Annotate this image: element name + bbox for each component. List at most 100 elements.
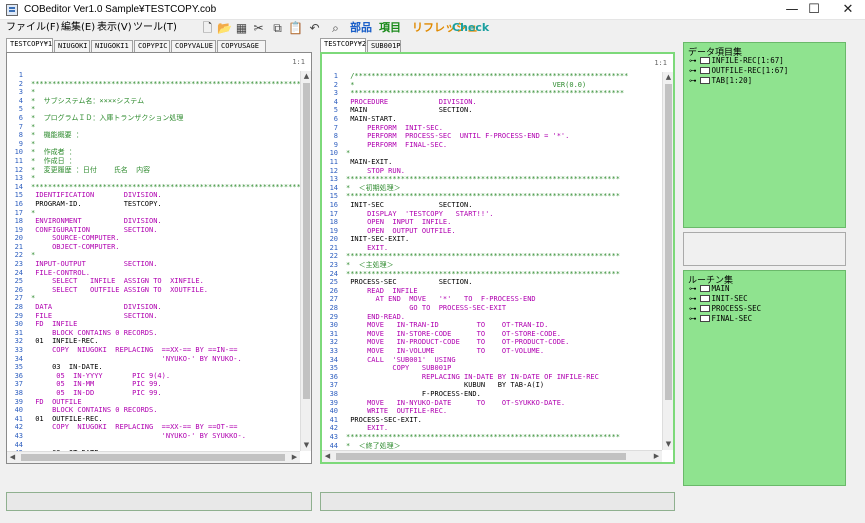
code-line[interactable]: PROGRAM-ID. TESTCOPY. bbox=[31, 200, 300, 209]
code-line[interactable]: DATA DIVISION. bbox=[31, 303, 300, 312]
search-icon[interactable]: ⌕ bbox=[328, 20, 343, 36]
right-code-lines[interactable]: /***************************************… bbox=[346, 72, 662, 450]
code-line[interactable]: ****************************************… bbox=[346, 252, 662, 261]
menu-file[interactable]: ファイル(F) bbox=[6, 21, 60, 35]
left-vertical-scroll-thumb[interactable] bbox=[303, 83, 310, 399]
scroll-up-icon[interactable]: ▲ bbox=[663, 72, 673, 83]
right-horizontal-scrollbar[interactable]: ◀ ▶ bbox=[322, 450, 662, 462]
code-line[interactable] bbox=[31, 71, 300, 80]
expand-icon[interactable]: ⊶ bbox=[689, 66, 697, 75]
code-line[interactable]: ****************************************… bbox=[346, 89, 662, 98]
code-line[interactable]: KUBUN BY TAB-A(I) bbox=[346, 381, 662, 390]
open-folder-icon[interactable]: 📂 bbox=[217, 20, 232, 36]
right-horizontal-scroll-thumb[interactable] bbox=[336, 453, 626, 460]
code-line[interactable]: * ＜初期処理＞ bbox=[346, 184, 662, 193]
code-line[interactable]: PROCEDURE DIVISION. bbox=[346, 98, 662, 107]
code-line[interactable]: 'NYUKO-' BY NYUKO-. bbox=[31, 355, 300, 364]
code-line[interactable]: FILE SECTION. bbox=[31, 312, 300, 321]
left-vertical-scrollbar[interactable]: ▲ ▼ bbox=[300, 71, 311, 451]
code-line[interactable]: FD OUTFILE bbox=[31, 398, 300, 407]
code-line[interactable]: * ＜終了処理＞ bbox=[346, 442, 662, 450]
new-file-icon[interactable]: 🗋 bbox=[200, 20, 215, 36]
editor-tab[interactable]: TESTCOPY¥1 bbox=[6, 38, 53, 52]
code-line[interactable]: COPY NIUGOKI REPLACING ==XX-== BY ==OT-=… bbox=[31, 423, 300, 432]
editor-tab[interactable]: COPYVALUE bbox=[171, 40, 216, 52]
expand-icon[interactable]: ⊶ bbox=[689, 314, 697, 323]
code-line[interactable]: * 変更履歴 ：日付 氏名 内容 bbox=[31, 166, 300, 175]
code-line[interactable]: BLOCK CONTAINS 0 RECORDS. bbox=[31, 406, 300, 415]
scroll-down-icon[interactable]: ▼ bbox=[663, 439, 673, 450]
menu-view[interactable]: 表示(V) bbox=[97, 21, 132, 35]
left-code-lines[interactable]: ****************************************… bbox=[31, 71, 300, 451]
code-line[interactable]: * サブシステム名：××××システム bbox=[31, 97, 300, 106]
code-line[interactable]: * bbox=[31, 209, 300, 218]
toolbar-text-button[interactable]: 項目 bbox=[379, 20, 401, 36]
tree-item[interactable]: ⊶ MAIN bbox=[686, 284, 843, 294]
code-line[interactable]: OBJECT-COMPUTER. bbox=[31, 243, 300, 252]
toolbar-text-button[interactable]: 部品 bbox=[350, 20, 372, 36]
code-line[interactable]: ****************************************… bbox=[31, 183, 300, 192]
code-line[interactable]: PERFORM PROCESS-SEC UNTIL F-PROCESS-END … bbox=[346, 132, 662, 141]
code-line[interactable]: WRITE OUTFILE-REC. bbox=[346, 407, 662, 416]
code-line[interactable]: * bbox=[346, 149, 662, 158]
expand-icon[interactable]: ⊶ bbox=[689, 56, 697, 65]
save-icon[interactable]: ▦ bbox=[234, 20, 249, 36]
code-line[interactable]: 'NYUKO-' BY SYUKKO-. bbox=[31, 432, 300, 441]
data-items-tree[interactable]: ⊶ INFILE-REC[1:67] ⊶ OUTFILE-REC[1:67] ⊶ TAB[… bbox=[686, 56, 843, 225]
scroll-right-icon[interactable]: ▶ bbox=[289, 452, 300, 463]
code-line[interactable]: INIT-SEC SECTION. bbox=[346, 201, 662, 210]
expand-icon[interactable]: ⊶ bbox=[689, 304, 697, 313]
code-line[interactable]: * 作成日 ： bbox=[31, 157, 300, 166]
code-line[interactable]: ENVIRONMENT DIVISION. bbox=[31, 217, 300, 226]
code-line[interactable]: INPUT-OUTPUT SECTION. bbox=[31, 260, 300, 269]
left-horizontal-scrollbar[interactable]: ◀ ▶ bbox=[7, 451, 300, 463]
code-line[interactable]: * bbox=[31, 174, 300, 183]
code-line[interactable]: ****************************************… bbox=[346, 433, 662, 442]
code-line[interactable]: 05 IN-YYYY PIC 9(4). bbox=[31, 372, 300, 381]
code-line[interactable]: * ＜主処理＞ bbox=[346, 261, 662, 270]
code-line[interactable]: DISPLAY 'TESTCOPY START!!'. bbox=[346, 210, 662, 219]
code-line[interactable]: MAIN SECTION. bbox=[346, 106, 662, 115]
paste-icon[interactable]: 📋 bbox=[288, 20, 303, 36]
code-line[interactable]: ****************************************… bbox=[346, 175, 662, 184]
code-line[interactable]: MOVE IN-PRODUCT-CODE TO OT-PRODUCT-CODE. bbox=[346, 338, 662, 347]
code-line[interactable]: SELECT OUTFILE ASSIGN TO XOUTFILE. bbox=[31, 286, 300, 295]
code-line[interactable]: MAIN-EXIT. bbox=[346, 158, 662, 167]
code-line[interactable]: * bbox=[31, 123, 300, 132]
code-line[interactable]: PERFORM INIT-SEC. bbox=[346, 124, 662, 133]
code-line[interactable]: END-READ. bbox=[346, 313, 662, 322]
code-line[interactable]: * プログラムＩＤ：入庫トランザクション処理 bbox=[31, 114, 300, 123]
tree-item[interactable]: ⊶ TAB[1:20] bbox=[686, 76, 843, 86]
code-line[interactable]: /***************************************… bbox=[346, 72, 662, 81]
code-line[interactable]: * VER(0.0) bbox=[346, 81, 662, 90]
scroll-up-icon[interactable]: ▲ bbox=[301, 71, 311, 82]
code-line[interactable]: OPEN OUTPUT OUTFILE. bbox=[346, 227, 662, 236]
code-line[interactable]: PROCESS-SEC-EXIT. bbox=[346, 416, 662, 425]
code-line[interactable]: SELECT INFILE ASSIGN TO XINFILE. bbox=[31, 277, 300, 286]
code-line[interactable]: MOVE IN-TRAN-ID TO OT-TRAN-ID. bbox=[346, 321, 662, 330]
code-line[interactable]: ****************************************… bbox=[346, 192, 662, 201]
code-line[interactable]: 05 IN-MM PIC 99. bbox=[31, 380, 300, 389]
code-line[interactable]: ****************************************… bbox=[31, 80, 300, 89]
code-line[interactable]: F-PROCESS-END. bbox=[346, 390, 662, 399]
expand-icon[interactable]: ⊶ bbox=[689, 76, 697, 85]
code-line[interactable]: COPY SUB001P bbox=[346, 364, 662, 373]
code-line[interactable]: MOVE IN-NYUKO-DATE TO OT-SYUKKO-DATE. bbox=[346, 399, 662, 408]
expand-icon[interactable]: ⊶ bbox=[689, 294, 697, 303]
right-vertical-scrollbar[interactable]: ▲ ▼ bbox=[662, 72, 673, 450]
code-line[interactable]: OPEN INPUT INFILE. bbox=[346, 218, 662, 227]
code-line[interactable]: REPLACING IN-DATE BY IN-DATE OF INFILE-R… bbox=[346, 373, 662, 382]
right-vertical-scroll-thumb[interactable] bbox=[665, 84, 672, 400]
scroll-left-icon[interactable]: ◀ bbox=[322, 451, 333, 462]
expand-icon[interactable]: ⊶ bbox=[689, 284, 697, 293]
editor-tab[interactable]: NIUGOKI1 bbox=[91, 40, 133, 52]
undo-icon[interactable]: ↶ bbox=[307, 20, 322, 36]
scroll-down-icon[interactable]: ▼ bbox=[301, 440, 311, 451]
code-line[interactable]: * bbox=[31, 251, 300, 260]
scroll-left-icon[interactable]: ◀ bbox=[7, 452, 18, 463]
menu-tools[interactable]: ツール(T) bbox=[133, 21, 177, 35]
routine-tree[interactable]: ⊶ MAIN ⊶ INIT-SEC ⊶ PROCESS-SEC ⊶ FINAL-SEC bbox=[686, 284, 843, 483]
code-line[interactable]: * bbox=[31, 294, 300, 303]
code-line[interactable]: * bbox=[31, 88, 300, 97]
menu-edit[interactable]: 編集(E) bbox=[61, 21, 95, 35]
